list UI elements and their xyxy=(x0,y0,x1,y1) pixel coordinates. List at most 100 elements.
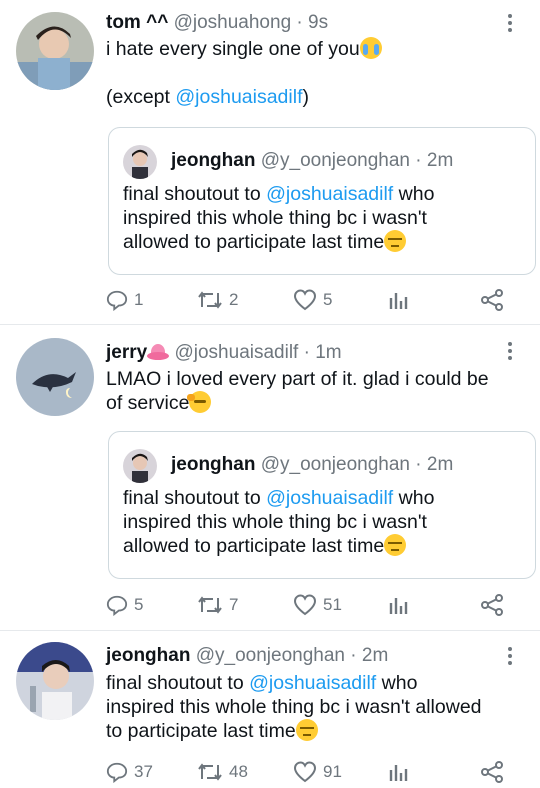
tweet-text-line: inspired this whole thing bc i wasn't xyxy=(123,207,427,229)
share-button[interactable] xyxy=(480,592,504,618)
retweet-icon xyxy=(198,763,222,781)
retweet-button[interactable]: 7 xyxy=(197,592,238,618)
reply-count: 1 xyxy=(134,290,144,309)
display-name: jeonghan xyxy=(171,150,256,171)
tweet-text-line: ) xyxy=(302,86,310,108)
like-button[interactable]: 51 xyxy=(293,592,342,618)
quoted-tweet[interactable]: jeonghan @y_oonjeonghan · 2m final shout… xyxy=(108,431,536,579)
share-button[interactable] xyxy=(480,287,504,313)
heart-icon xyxy=(293,761,317,783)
user-handle[interactable]: @joshuaisadilf xyxy=(174,342,298,363)
mention-link[interactable]: @joshuaisadilf xyxy=(266,487,393,509)
analytics-button[interactable] xyxy=(388,287,408,313)
action-bar: 1 2 5 xyxy=(106,287,516,313)
timestamp: · 2m xyxy=(415,150,454,171)
analytics-icon xyxy=(389,765,408,781)
display-name[interactable]: jerry xyxy=(106,342,147,363)
avatar xyxy=(123,449,157,483)
quoted-tweet[interactable]: jeonghan @y_oonjeonghan · 2m final shout… xyxy=(108,127,536,275)
action-bar: 5 7 51 xyxy=(106,592,516,618)
more-options-icon[interactable] xyxy=(506,340,514,362)
reply-button[interactable]: 1 xyxy=(106,287,143,313)
reply-count: 37 xyxy=(134,762,153,781)
display-name[interactable]: tom ^^ xyxy=(106,12,168,33)
heart-icon xyxy=(293,289,317,311)
reply-icon xyxy=(106,595,128,616)
retweet-icon xyxy=(198,291,222,309)
avatar[interactable] xyxy=(16,642,94,720)
timestamp: · 2m xyxy=(415,454,454,475)
reply-button[interactable]: 37 xyxy=(106,759,153,785)
share-icon xyxy=(481,761,503,783)
display-name[interactable]: jeonghan xyxy=(106,645,190,666)
like-count: 51 xyxy=(323,595,342,614)
avatar[interactable] xyxy=(16,338,94,416)
analytics-icon xyxy=(389,598,408,614)
like-button[interactable]: 91 xyxy=(293,759,342,785)
tweet-text-line: inspired this whole thing bc i wasn't xyxy=(123,511,427,533)
pensive-face-icon xyxy=(295,719,318,741)
heart-icon xyxy=(293,594,317,616)
tweet-text-line: to participate last time xyxy=(106,720,296,742)
share-icon xyxy=(481,289,503,311)
tweet-text-line: who xyxy=(376,672,418,694)
avatar[interactable] xyxy=(16,12,94,90)
user-handle[interactable]: @joshuahong xyxy=(174,12,292,33)
avatar xyxy=(123,145,157,179)
tweet-text-line: LMAO i loved every part of it. glad i co… xyxy=(106,368,489,390)
like-button[interactable]: 5 xyxy=(293,287,332,313)
saluting-face-icon xyxy=(187,391,212,413)
mention-link[interactable]: @joshuaisadilf xyxy=(266,183,393,205)
tweet-2[interactable]: jerry @joshuaisadilf · 1m LMAO i loved e… xyxy=(0,325,540,630)
loudly-crying-face-icon xyxy=(359,37,382,59)
tweet-text-line: i hate every single one of you xyxy=(106,38,360,60)
tweet-header: tom ^^ @joshuahong · 9s xyxy=(106,12,328,34)
user-handle: @y_oonjeonghan xyxy=(260,454,410,475)
mention-link[interactable]: @joshuaisadilf xyxy=(175,86,302,108)
timestamp[interactable]: · 9s xyxy=(296,12,328,33)
retweet-icon xyxy=(198,596,222,614)
tweet-text-line: inspired this whole thing bc i wasn't al… xyxy=(106,696,482,718)
reply-icon xyxy=(106,290,128,311)
timestamp[interactable]: · 1m xyxy=(304,342,342,363)
analytics-button[interactable] xyxy=(388,759,408,785)
share-icon xyxy=(481,594,503,616)
tweet-header: jeonghan @y_oonjeonghan · 2m xyxy=(106,645,388,667)
timestamp[interactable]: · 2m xyxy=(350,645,388,666)
analytics-icon xyxy=(389,293,408,309)
retweet-button[interactable]: 48 xyxy=(197,759,248,785)
tweet-text: i hate every single one of you (except @… xyxy=(106,37,526,109)
tweet-text: final shoutout to @joshuaisadilf who ins… xyxy=(106,671,526,743)
display-name: jeonghan xyxy=(171,454,256,475)
tweet-text-line: (except xyxy=(106,86,176,108)
pensive-face-icon xyxy=(384,230,407,252)
mention-link[interactable]: @joshuaisadilf xyxy=(249,672,376,694)
tweet-3[interactable]: jeonghan @y_oonjeonghan · 2m final shout… xyxy=(0,631,540,788)
retweet-count: 2 xyxy=(229,290,239,309)
tweet-text-line: allowed to participate last time xyxy=(123,231,385,253)
retweet-button[interactable]: 2 xyxy=(197,287,238,313)
tweet-text-line: who xyxy=(393,487,435,509)
reply-button[interactable]: 5 xyxy=(106,592,143,618)
more-options-icon[interactable] xyxy=(506,12,514,34)
like-count: 91 xyxy=(323,762,342,781)
reply-icon xyxy=(106,762,128,783)
pensive-face-icon xyxy=(384,534,407,556)
like-count: 5 xyxy=(323,290,333,309)
tweet-text-line: final shoutout to xyxy=(123,487,267,509)
quoted-tweet-text: final shoutout to @joshuaisadilf who ins… xyxy=(123,182,523,254)
tweet-header: jerry @joshuaisadilf · 1m xyxy=(106,340,342,364)
tweet-text-line: final shoutout to xyxy=(106,672,250,694)
tweet-text-line: final shoutout to xyxy=(123,183,267,205)
analytics-button[interactable] xyxy=(388,592,408,618)
share-button[interactable] xyxy=(480,759,504,785)
more-options-icon[interactable] xyxy=(506,645,514,667)
tweet-text-line: of service xyxy=(106,392,190,414)
action-bar: 37 48 91 xyxy=(106,759,516,785)
tweet-text: LMAO i loved every part of it. glad i co… xyxy=(106,367,526,415)
reply-count: 5 xyxy=(134,595,144,614)
tweet-1[interactable]: tom ^^ @joshuahong · 9s i hate every sin… xyxy=(0,0,540,324)
tweet-text-line: allowed to participate last time xyxy=(123,535,385,557)
user-handle[interactable]: @y_oonjeonghan xyxy=(196,645,345,666)
retweet-count: 7 xyxy=(229,595,239,614)
